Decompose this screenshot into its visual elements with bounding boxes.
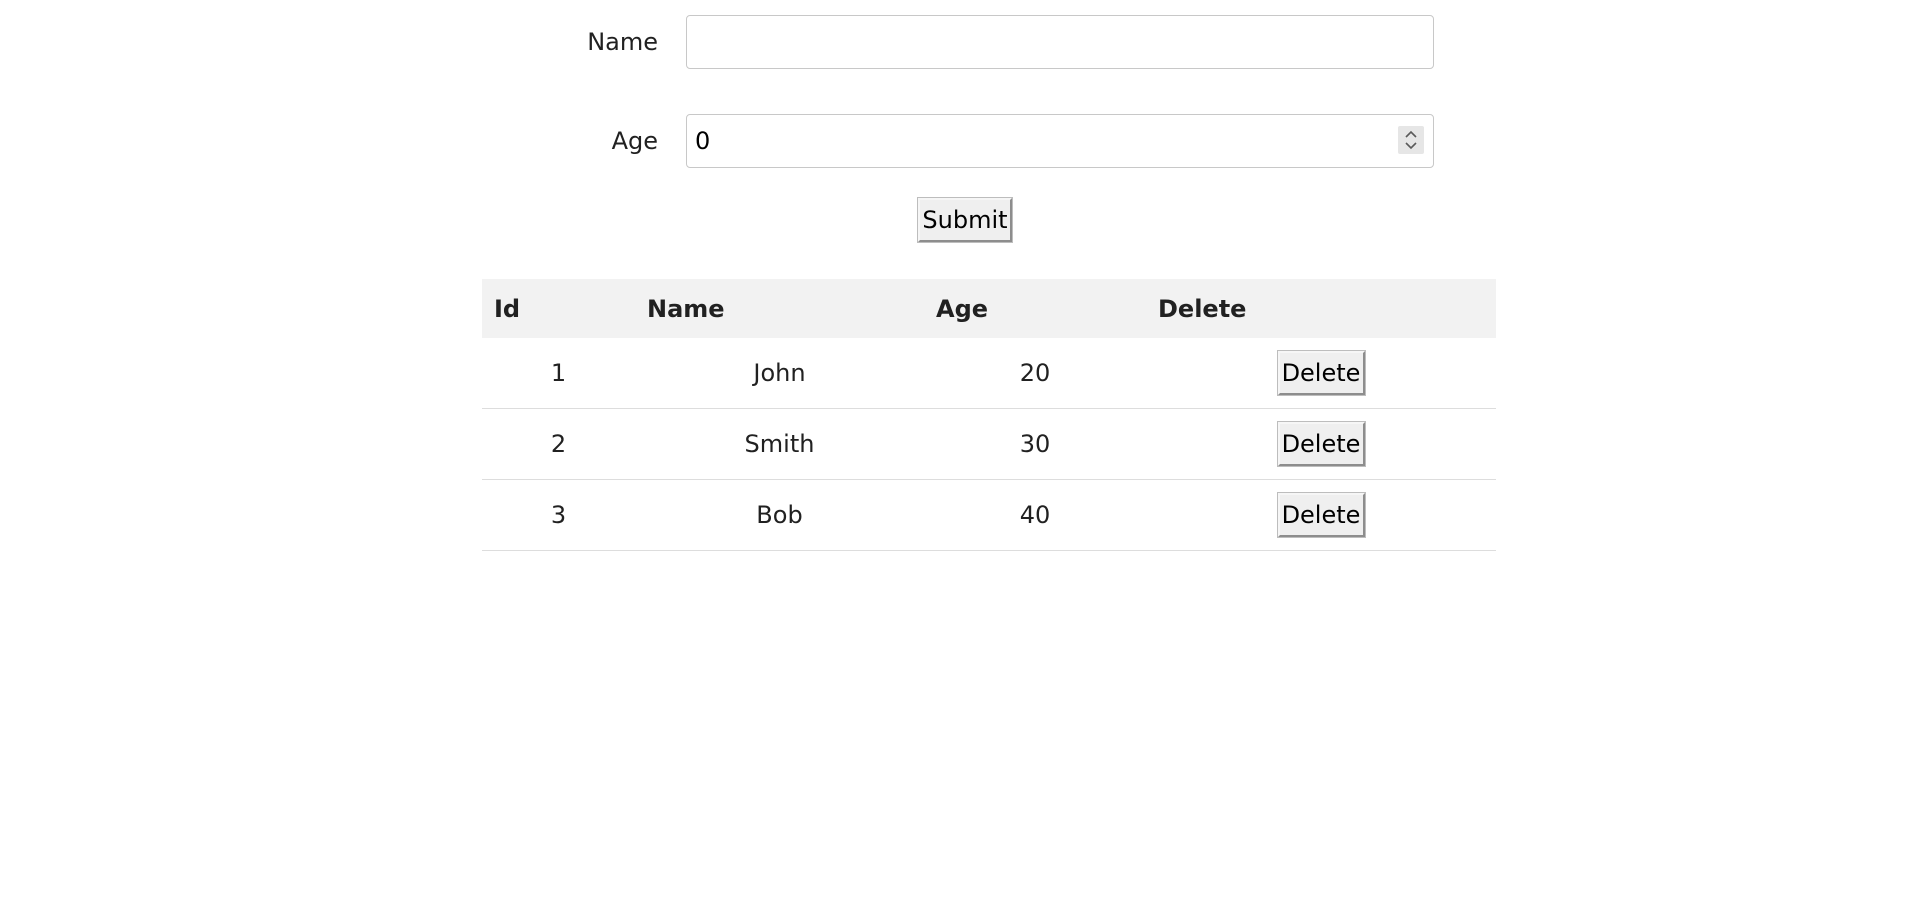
cell-id: 1 (482, 338, 635, 409)
age-input[interactable] (686, 114, 1434, 168)
column-header-delete: Delete (1146, 279, 1496, 338)
chevron-down-icon (1405, 142, 1417, 150)
cell-name: Smith (635, 408, 924, 480)
cell-id: 2 (482, 408, 635, 480)
column-header-name: Name (635, 279, 924, 338)
cell-action: Delete (1146, 338, 1496, 409)
table-row: 1 John 20 Delete (482, 338, 1496, 409)
column-header-id: Id (482, 279, 635, 338)
chevron-up-icon (1405, 130, 1417, 138)
cell-age: 20 (924, 338, 1146, 409)
table-row: 2 Smith 30 Delete (482, 408, 1496, 480)
delete-button[interactable]: Delete (1277, 493, 1365, 537)
name-form-row: Name (0, 15, 1920, 69)
name-input[interactable] (686, 15, 1434, 69)
cell-action: Delete (1146, 479, 1496, 551)
table-row: 3 Bob 40 Delete (482, 479, 1496, 551)
age-stepper[interactable] (1398, 126, 1424, 154)
submit-button[interactable]: Submit (918, 198, 1012, 242)
name-label: Name (587, 28, 658, 56)
people-table: Id Name Age Delete 1 John 20 Delete 2 Sm… (482, 279, 1496, 551)
age-form-row: Age (0, 114, 1920, 168)
cell-name: John (635, 338, 924, 409)
delete-button[interactable]: Delete (1277, 351, 1365, 395)
table-header-row: Id Name Age Delete (482, 279, 1496, 338)
cell-name: Bob (635, 479, 924, 551)
cell-age: 40 (924, 479, 1146, 551)
delete-button[interactable]: Delete (1277, 422, 1365, 466)
age-label: Age (611, 127, 658, 155)
submit-wrap: Submit (918, 198, 1012, 242)
cell-id: 3 (482, 479, 635, 551)
cell-action: Delete (1146, 408, 1496, 480)
column-header-age: Age (924, 279, 1146, 338)
cell-age: 30 (924, 408, 1146, 480)
